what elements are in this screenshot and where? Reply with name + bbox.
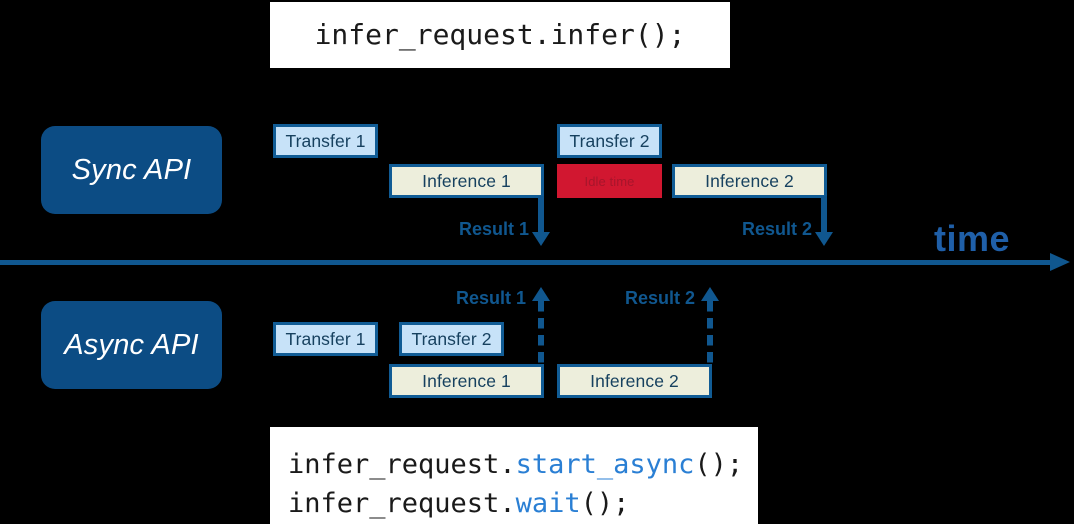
sync-inference-2-box: Inference 2 xyxy=(672,164,827,198)
async-code-line-1-prefix: infer_request. xyxy=(288,449,516,480)
sync-transfer-1-label: Transfer 1 xyxy=(285,130,366,151)
sync-code-snippet: infer_request.infer(); xyxy=(270,2,730,68)
sync-result-2-arrow-icon xyxy=(815,232,833,246)
sync-transfer-1-box: Transfer 1 xyxy=(273,124,378,158)
async-inference-2-label: Inference 2 xyxy=(590,370,679,391)
sync-idle-time-box: Idle time xyxy=(557,164,662,198)
async-transfer-2-box: Transfer 2 xyxy=(399,322,504,356)
async-inference-1-box: Inference 1 xyxy=(389,364,544,398)
async-code-line-1-suffix: (); xyxy=(694,449,744,480)
time-axis-arrow-icon xyxy=(1050,253,1070,271)
async-code-line-1-accent: start_async xyxy=(515,449,695,480)
async-result-1-line xyxy=(538,301,544,365)
sync-transfer-2-label: Transfer 2 xyxy=(569,130,650,151)
sync-transfer-2-box: Transfer 2 xyxy=(557,124,662,158)
async-result-2-label: Result 2 xyxy=(624,288,695,308)
async-code-snippet: infer_request.start_async(); infer_reque… xyxy=(270,427,758,524)
async-transfer-1-label: Transfer 1 xyxy=(285,328,366,349)
sync-result-2-line xyxy=(821,196,827,234)
async-code-line-2-prefix: infer_request. xyxy=(288,488,516,519)
time-axis-label: time xyxy=(934,218,1011,259)
sync-api-label: Sync API xyxy=(41,126,222,214)
async-api-label-text: Async API xyxy=(64,328,199,361)
sync-inference-1-box: Inference 1 xyxy=(389,164,544,198)
async-result-2-line xyxy=(707,301,713,365)
sync-inference-1-label: Inference 1 xyxy=(422,170,511,191)
async-code-line-2-accent: wait xyxy=(515,488,581,519)
sync-result-1-line xyxy=(538,196,544,234)
sync-result-1-arrow-icon xyxy=(532,232,550,246)
sync-result-2-label: Result 2 xyxy=(741,219,812,239)
async-inference-2-box: Inference 2 xyxy=(557,364,712,398)
sync-idle-time-label: Idle time xyxy=(584,173,635,189)
async-result-2-arrow-icon xyxy=(701,287,719,301)
async-result-1-label: Result 1 xyxy=(455,288,526,308)
sync-inference-2-label: Inference 2 xyxy=(705,170,794,191)
async-transfer-1-box: Transfer 1 xyxy=(273,322,378,356)
async-code-line-2-suffix: (); xyxy=(580,488,630,519)
sync-result-1-label: Result 1 xyxy=(458,219,529,239)
async-api-label: Async API xyxy=(41,301,222,389)
async-code-line-1: infer_request.start_async(); xyxy=(288,449,743,480)
time-axis-line xyxy=(0,260,1056,265)
async-result-1-arrow-icon xyxy=(532,287,550,301)
async-code-line-2: infer_request.wait(); xyxy=(288,488,629,519)
async-transfer-2-label: Transfer 2 xyxy=(411,328,492,349)
async-inference-1-label: Inference 1 xyxy=(422,370,511,391)
diagram-canvas: infer_request.infer(); Sync API Transfer… xyxy=(0,0,1074,524)
sync-api-label-text: Sync API xyxy=(71,153,192,186)
